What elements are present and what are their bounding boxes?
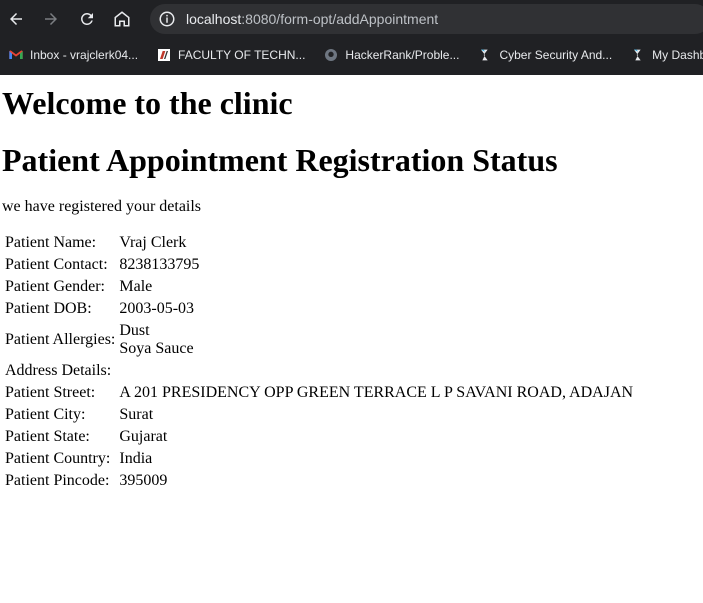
bookmark-label: Inbox - vrajclerk04... bbox=[30, 48, 139, 62]
url-path: :8080/form-opt/addAppointment bbox=[241, 11, 439, 27]
table-row: Patient Country: India bbox=[4, 449, 634, 469]
forward-arrow-icon bbox=[45, 13, 57, 25]
row-label: Patient Name: bbox=[5, 234, 97, 251]
table-row: Patient State: Gujarat bbox=[4, 427, 634, 447]
patient-details-table: Patient Name: Vraj Clerk Patient Contact… bbox=[2, 231, 636, 493]
row-label: Patient Pincode: bbox=[5, 472, 110, 489]
reload-icon bbox=[81, 12, 93, 25]
row-value: Vraj Clerk bbox=[119, 234, 187, 251]
row-label: Patient DOB: bbox=[5, 300, 92, 317]
bookmarks-bar: Inbox - vrajclerk04... FACULTY OF TECHN.… bbox=[0, 40, 703, 70]
home-icon bbox=[114, 11, 130, 27]
row-value: Surat bbox=[119, 406, 154, 423]
site-info-icon[interactable] bbox=[158, 10, 176, 28]
row-value: 2003-05-03 bbox=[119, 300, 195, 317]
row-label: Patient Country: bbox=[5, 450, 111, 467]
forward-button[interactable] bbox=[37, 5, 65, 33]
github-icon bbox=[323, 47, 339, 63]
table-row: Patient Allergies: Dust Soya Sauce bbox=[4, 321, 634, 359]
row-label: Patient State: bbox=[5, 428, 90, 445]
bookmark-label: Cyber Security And... bbox=[499, 48, 613, 62]
row-label: Address Details: bbox=[5, 362, 112, 379]
allergy-item: Soya Sauce bbox=[119, 340, 194, 357]
row-label: Patient Street: bbox=[5, 384, 96, 401]
row-value: A 201 PRESIDENCY OPP GREEN TERRACE L P S… bbox=[119, 384, 634, 401]
row-value: Gujarat bbox=[119, 428, 168, 445]
bookmark-hackerrank[interactable]: HackerRank/Proble... bbox=[323, 47, 459, 63]
bookmark-inbox[interactable]: Inbox - vrajclerk04... bbox=[8, 47, 138, 63]
status-heading: Patient Appointment Registration Status bbox=[2, 142, 558, 178]
allergy-item: Dust bbox=[119, 322, 150, 339]
row-value: India bbox=[119, 450, 153, 467]
url-host: localhost bbox=[186, 11, 242, 27]
back-button[interactable] bbox=[2, 5, 30, 33]
row-label: Patient Contact: bbox=[5, 256, 108, 273]
table-row: Patient City: Surat bbox=[4, 405, 634, 425]
row-value: 8238133795 bbox=[119, 256, 200, 273]
back-arrow-icon bbox=[10, 13, 22, 25]
table-row: Patient Contact: 8238133795 bbox=[4, 255, 634, 275]
site-icon bbox=[477, 47, 493, 63]
row-label: Patient Allergies: bbox=[5, 331, 116, 348]
confirmation-message: we have registered your details bbox=[2, 198, 202, 215]
bookmark-label: FACULTY OF TECHN... bbox=[178, 48, 306, 62]
table-row: Patient Pincode: 395009 bbox=[4, 471, 634, 491]
reload-button[interactable] bbox=[73, 5, 101, 33]
table-row: Patient Gender: Male bbox=[4, 277, 634, 297]
page-content: Welcome to the clinic Patient Appointmen… bbox=[0, 85, 703, 493]
table-row: Patient DOB: 2003-05-03 bbox=[4, 299, 634, 319]
site-icon bbox=[630, 47, 646, 63]
gmail-icon bbox=[8, 47, 24, 63]
browser-toolbar: localhost:8080/form-opt/addAppointment bbox=[0, 0, 703, 38]
bookmark-cyber-security[interactable]: Cyber Security And... bbox=[477, 47, 612, 63]
row-label: Patient City: bbox=[5, 406, 86, 423]
address-bar[interactable]: localhost:8080/form-opt/addAppointment bbox=[150, 4, 703, 34]
welcome-heading: Welcome to the clinic bbox=[2, 85, 293, 121]
allergies-value: Dust Soya Sauce bbox=[118, 321, 634, 359]
home-button[interactable] bbox=[108, 5, 136, 33]
row-value: Male bbox=[119, 278, 153, 295]
table-row: Patient Name: Vraj Clerk bbox=[4, 233, 634, 253]
table-row: Patient Street: A 201 PRESIDENCY OPP GRE… bbox=[4, 383, 634, 403]
bookmark-dashboard[interactable]: My Dashboa bbox=[630, 47, 703, 63]
row-value: 395009 bbox=[119, 472, 168, 489]
browser-chrome: localhost:8080/form-opt/addAppointment I… bbox=[0, 0, 703, 75]
bookmark-label: HackerRank/Proble... bbox=[345, 48, 460, 62]
bookmark-faculty[interactable]: FACULTY OF TECHN... bbox=[156, 47, 305, 63]
row-label: Patient Gender: bbox=[5, 278, 105, 295]
url-text[interactable]: localhost:8080/form-opt/addAppointment bbox=[186, 11, 438, 27]
table-row: Address Details: bbox=[4, 361, 634, 381]
faculty-icon bbox=[156, 47, 172, 63]
bookmark-label: My Dashboa bbox=[652, 48, 703, 62]
row-value bbox=[118, 361, 634, 381]
